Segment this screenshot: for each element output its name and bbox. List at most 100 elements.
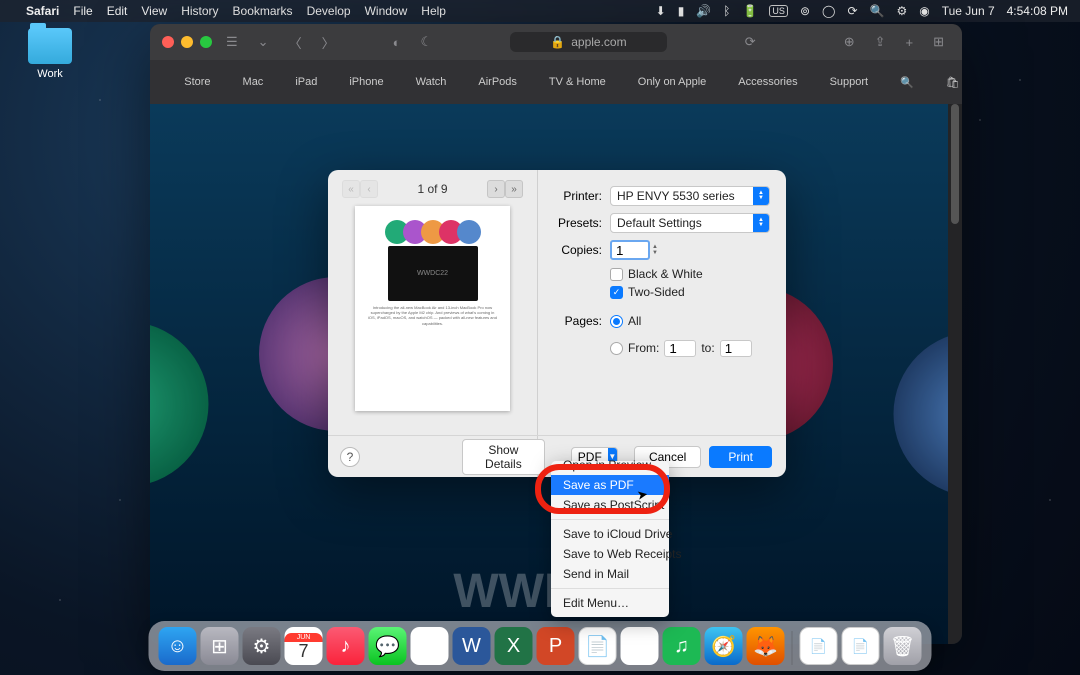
shield-icon[interactable]: ◐ xyxy=(387,35,407,50)
to-input[interactable] xyxy=(720,340,752,357)
dock-messages[interactable]: 💬 xyxy=(369,627,407,665)
back-button[interactable]: 〈 xyxy=(283,33,308,52)
menubar-app-name[interactable]: Safari xyxy=(26,4,59,18)
dock-launchpad[interactable]: ⊞ xyxy=(201,627,239,665)
menu-edit[interactable]: Edit xyxy=(107,4,128,18)
menubar-time[interactable]: 4:54:08 PM xyxy=(1007,4,1068,18)
menubar-date[interactable]: Tue Jun 7 xyxy=(942,4,995,18)
first-page-button[interactable]: « xyxy=(342,180,360,198)
dock-firefox[interactable]: 🦊 xyxy=(747,627,785,665)
dock-document-1[interactable]: 📄 xyxy=(800,627,838,665)
dock-chrome[interactable]: ◉ xyxy=(411,627,449,665)
input-source-icon[interactable]: US xyxy=(769,5,788,17)
status-icon[interactable]: ▮ xyxy=(678,4,685,18)
dock-powerpoint[interactable]: P xyxy=(537,627,575,665)
show-details-button[interactable]: Show Details xyxy=(462,439,545,475)
menu-develop[interactable]: Develop xyxy=(307,4,351,18)
dock-excel[interactable]: X xyxy=(495,627,533,665)
pdf-dropdown-menu: Open in Preview Save as PDF Save as Post… xyxy=(551,461,669,617)
nav-mac[interactable]: Mac xyxy=(243,76,264,88)
pages-all-radio[interactable] xyxy=(610,315,623,328)
dock-document-2[interactable]: 📄 xyxy=(842,627,880,665)
reload-button[interactable]: ⟳ xyxy=(739,34,762,50)
dock-system-settings[interactable]: ⚙ xyxy=(243,627,281,665)
bluetooth-icon[interactable]: ᛒ xyxy=(723,4,730,18)
menu-save-as-postscript[interactable]: Save as PostScript xyxy=(551,495,669,515)
dock-pages[interactable]: 📄 xyxy=(579,627,617,665)
user-icon[interactable]: ◯ xyxy=(822,4,835,18)
dock-word[interactable]: W xyxy=(453,627,491,665)
menu-bookmarks[interactable]: Bookmarks xyxy=(233,4,293,18)
presets-select[interactable]: Default Settings ▲▼ xyxy=(610,213,770,233)
pages-range-radio[interactable] xyxy=(610,342,623,355)
zoom-button[interactable] xyxy=(200,36,212,48)
nav-store[interactable]: Store xyxy=(184,76,210,88)
minimize-button[interactable] xyxy=(181,36,193,48)
safari-titlebar: ☰ ⌄ 〈 〉 ◐ ☾ 🔒 apple.com ⟳ ⊕ ⇪ + ⊞ xyxy=(150,24,962,60)
menu-history[interactable]: History xyxy=(181,4,218,18)
nav-accessories[interactable]: Accessories xyxy=(738,76,797,88)
copies-input[interactable] xyxy=(610,240,650,260)
menu-view[interactable]: View xyxy=(141,4,167,18)
from-input[interactable] xyxy=(664,340,696,357)
siri-icon[interactable]: ◉ xyxy=(919,4,929,18)
new-tab-button[interactable]: + xyxy=(900,35,920,50)
dock-safari[interactable]: 🧭 xyxy=(705,627,743,665)
dock-music[interactable]: ♪ xyxy=(327,627,365,665)
dropbox-icon[interactable]: ⬇ xyxy=(656,4,666,18)
battery-icon[interactable]: 🔋 xyxy=(742,4,757,18)
menu-save-as-pdf[interactable]: Save as PDF xyxy=(551,475,669,495)
close-button[interactable] xyxy=(162,36,174,48)
tabs-overview-icon[interactable]: ⊞ xyxy=(927,34,950,50)
copies-stepper[interactable]: ▲▼ xyxy=(652,244,664,256)
nav-watch[interactable]: Watch xyxy=(416,76,447,88)
dock-finder[interactable]: ☺ xyxy=(159,627,197,665)
downloads-icon[interactable]: ⊕ xyxy=(838,34,861,50)
desktop-folder-work[interactable]: Work xyxy=(20,28,80,80)
dock-spotify[interactable]: ♫ xyxy=(663,627,701,665)
to-label: to: xyxy=(701,341,714,355)
menu-open-in-preview[interactable]: Open in Preview xyxy=(551,455,669,475)
menu-help[interactable]: Help xyxy=(421,4,446,18)
next-page-button[interactable]: › xyxy=(487,180,505,198)
share-icon[interactable]: ⇪ xyxy=(869,34,892,50)
address-bar[interactable]: 🔒 apple.com xyxy=(510,32,666,52)
dock-trash[interactable]: 🗑 xyxy=(884,627,922,665)
bag-icon[interactable]: 🛍 xyxy=(946,76,960,89)
dock-calendar[interactable]: JUN 7 xyxy=(285,627,323,665)
nav-iphone[interactable]: iPhone xyxy=(349,76,383,88)
sync-icon[interactable]: ⟳ xyxy=(847,4,857,18)
printer-select[interactable]: HP ENVY 5530 series ▲▼ xyxy=(610,186,770,206)
help-button[interactable]: ? xyxy=(340,447,360,467)
wifi-icon[interactable]: ⊚ xyxy=(800,4,810,18)
last-page-button[interactable]: » xyxy=(505,180,523,198)
nav-onlyonapple[interactable]: Only on Apple xyxy=(638,76,707,88)
reader-icon[interactable]: ☾ xyxy=(414,34,438,50)
sidebar-toggle-icon[interactable]: ☰ xyxy=(220,34,244,50)
volume-icon[interactable]: 🔊 xyxy=(696,4,711,18)
copies-label: Copies: xyxy=(552,243,602,257)
scrollbar[interactable] xyxy=(948,104,962,644)
nav-tvhome[interactable]: TV & Home xyxy=(549,76,606,88)
menu-window[interactable]: Window xyxy=(365,4,408,18)
print-button[interactable]: Print xyxy=(709,446,772,468)
pages-all-label: All xyxy=(628,314,641,328)
nav-ipad[interactable]: iPad xyxy=(295,76,317,88)
nav-support[interactable]: Support xyxy=(830,76,869,88)
nav-airpods[interactable]: AirPods xyxy=(478,76,517,88)
spotlight-icon[interactable]: 🔍 xyxy=(870,4,885,18)
prev-page-button[interactable]: ‹ xyxy=(360,180,378,198)
control-center-icon[interactable]: ⚙ xyxy=(896,4,907,18)
dock-slack[interactable]: # xyxy=(621,627,659,665)
chevron-down-icon[interactable]: ⌄ xyxy=(252,34,275,50)
menu-save-to-icloud[interactable]: Save to iCloud Drive xyxy=(551,524,669,544)
menu-file[interactable]: File xyxy=(73,4,92,18)
search-icon[interactable]: 🔍 xyxy=(900,76,914,89)
forward-button[interactable]: 〉 xyxy=(316,33,341,52)
menu-save-to-web-receipts[interactable]: Save to Web Receipts xyxy=(551,544,669,564)
twosided-checkbox[interactable]: ✓ xyxy=(610,286,623,299)
menu-edit-menu[interactable]: Edit Menu… xyxy=(551,593,669,613)
presets-label: Presets: xyxy=(552,216,602,230)
menu-send-in-mail[interactable]: Send in Mail xyxy=(551,564,669,584)
bw-checkbox[interactable] xyxy=(610,268,623,281)
